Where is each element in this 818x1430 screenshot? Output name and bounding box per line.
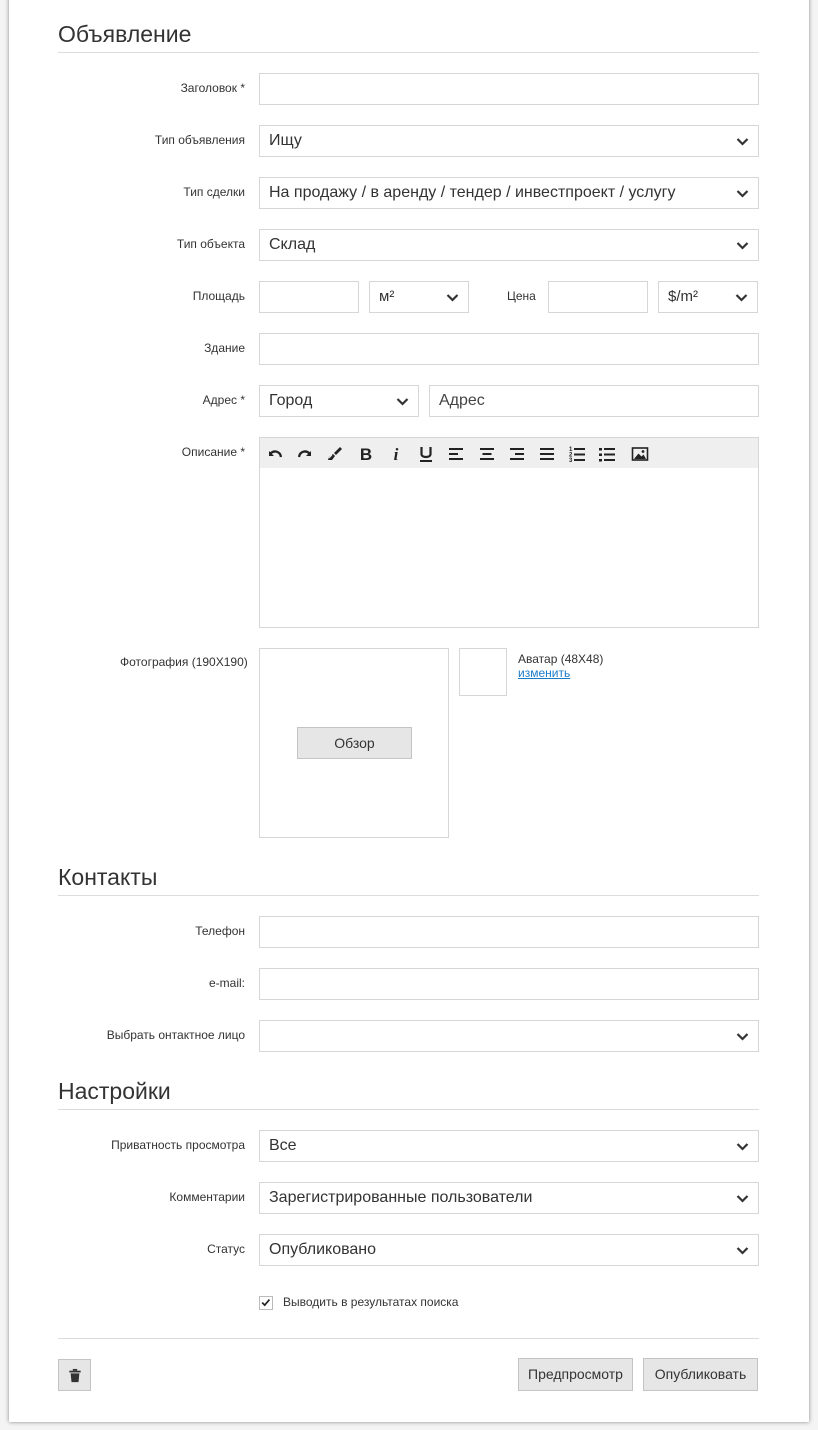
chevron-down-icon [396,398,409,406]
comments-select[interactable]: Зарегистрированные пользователи [259,1182,759,1214]
description-editor[interactable] [259,468,759,628]
photo-label: Фотография (190X190) [120,655,248,669]
status-select[interactable]: Опубликовано [259,1234,759,1266]
price-label: Цена [507,289,536,303]
contact-person-select[interactable] [259,1020,759,1052]
footer-divider [58,1338,759,1339]
title-label: Заголовок * [180,81,245,95]
ad-type-select[interactable]: Ищу [259,125,759,157]
privacy-value: Все [269,1137,297,1154]
object-type-label: Тип объекта [176,237,245,251]
undo-icon[interactable] [265,444,285,464]
preview-button[interactable]: Предпросмотр [518,1358,633,1391]
chevron-down-icon [736,1033,749,1041]
city-select[interactable]: Город [259,385,419,417]
phone-input[interactable] [259,916,759,948]
status-value: Опубликовано [269,1241,377,1258]
ad-type-value: Ищу [269,132,302,149]
chevron-down-icon [446,294,459,302]
contact-person-label: Выбрать онтактное лицо [106,1028,245,1042]
deal-type-label: Тип сделки [183,185,245,199]
area-unit-value: м² [379,288,395,305]
bold-icon[interactable]: B [356,444,376,464]
unordered-list-icon[interactable] [597,444,617,464]
email-label: e-mail: [208,976,245,990]
status-label: Статус [207,1242,245,1256]
price-unit-select[interactable]: $/m² [658,281,758,313]
underline-icon[interactable] [416,444,436,464]
align-right-icon[interactable] [507,444,527,464]
trash-icon [69,1368,81,1383]
building-input[interactable] [259,333,759,365]
image-icon[interactable] [630,444,650,464]
publish-button[interactable]: Опубликовать [643,1358,758,1391]
deal-type-value: На продажу / в аренду / тендер / инвестп… [269,184,676,201]
svg-text:3: 3 [569,458,573,464]
clear-format-icon[interactable] [325,444,345,464]
address-input[interactable]: Адрес [429,385,759,417]
area-unit-select[interactable]: м² [369,281,469,313]
svg-text:B: B [360,445,372,464]
ad-type-label: Тип объявления [154,133,245,147]
chevron-down-icon [736,1195,749,1203]
avatar-label: Аватар (48X48) [518,652,604,666]
address-value: Адрес [439,392,485,409]
chevron-down-icon [736,1247,749,1255]
object-type-value: Склад [269,236,316,253]
comments-label: Комментарии [169,1190,245,1204]
email-input[interactable] [259,968,759,1000]
section-title-settings: Настройки [58,1077,759,1110]
chevron-down-icon [736,242,749,250]
section-title-ad: Объявление [58,20,759,53]
object-type-select[interactable]: Склад [259,229,759,261]
delete-button[interactable] [58,1359,91,1391]
area-label: Площадь [192,289,245,303]
deal-type-select[interactable]: На продажу / в аренду / тендер / инвестп… [259,177,759,209]
chevron-down-icon [735,294,748,302]
align-justify-icon[interactable] [537,444,557,464]
align-center-icon[interactable] [477,444,497,464]
align-left-icon[interactable] [446,444,466,464]
svg-text:i: i [394,445,399,464]
city-value: Город [269,392,313,409]
chevron-down-icon [736,190,749,198]
show-in-search-label: Выводить в результатах поиска [283,1295,459,1309]
ordered-list-icon[interactable]: 123 [567,444,587,464]
comments-value: Зарегистрированные пользователи [269,1189,533,1206]
editor-toolbar: B i 123 [259,437,759,469]
title-input[interactable] [259,73,759,105]
avatar-change-link[interactable]: изменить [518,666,570,680]
phone-label: Телефон [195,924,245,938]
address-label: Адрес * [202,393,245,407]
privacy-select[interactable]: Все [259,1130,759,1162]
privacy-label: Приватность просмотра [111,1138,245,1152]
checkmark-icon [261,1299,271,1307]
show-in-search-checkbox[interactable] [259,1296,273,1310]
price-input[interactable] [548,281,648,313]
section-title-contacts: Контакты [58,863,759,896]
italic-icon[interactable]: i [386,444,406,464]
avatar-preview [459,648,507,696]
chevron-down-icon [736,138,749,146]
area-input[interactable] [259,281,359,313]
chevron-down-icon [736,1143,749,1151]
price-unit-value: $/m² [668,288,698,305]
building-label: Здание [204,341,245,355]
description-label: Описание * [181,445,245,459]
browse-button[interactable]: Обзор [297,727,412,759]
redo-icon[interactable] [295,444,315,464]
